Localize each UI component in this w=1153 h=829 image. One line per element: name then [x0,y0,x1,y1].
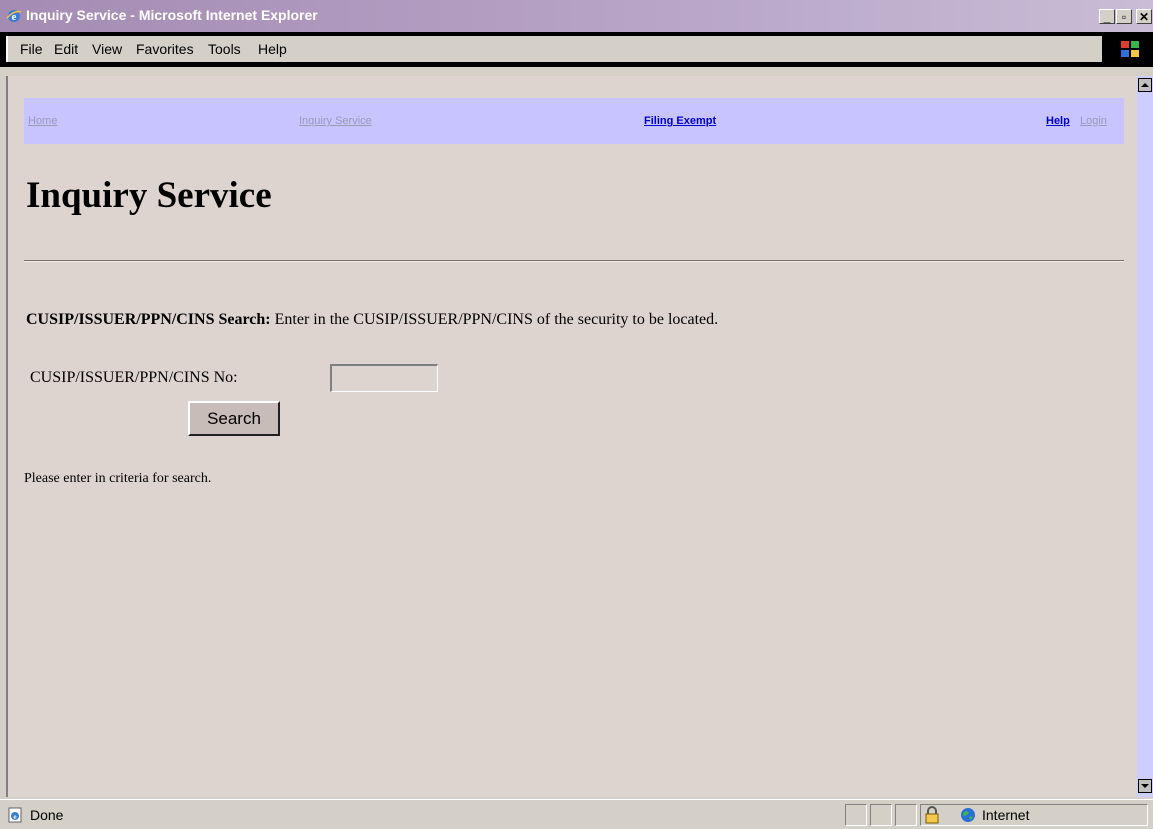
divider [24,260,1124,262]
security-zone-label: Internet [982,807,1030,823]
status-text: Done [30,807,64,823]
status-pane-3 [895,804,917,826]
zone-pane [920,804,1148,826]
search-button[interactable]: Search [188,401,280,436]
page-title: Inquiry Service [26,175,272,216]
ie-page-icon: e [8,807,22,823]
search-instructions: CUSIP/ISSUER/PPN/CINS Search: Enter in t… [26,311,718,329]
menu-help[interactable]: Help [258,41,287,57]
menu-bar: File Edit View Favorites Tools Help [0,32,1153,67]
menu-strip: File Edit View Favorites Tools Help [6,36,1102,62]
nav-home-link[interactable]: Home [28,115,57,127]
window-title: Inquiry Service - Microsoft Internet Exp… [26,7,318,23]
arrow-down-icon [1141,784,1149,788]
status-pane-2 [870,804,892,826]
status-bar: e Done Internet [0,799,1153,829]
scroll-up-button[interactable] [1138,78,1152,92]
nav-filing-exempt-link[interactable]: Filing Exempt [644,115,716,127]
menu-file[interactable]: File [20,41,43,57]
status-message: Please enter in criteria for search. [24,471,212,486]
site-nav-bar: Home Inquiry Service Filing Exempt Help … [24,98,1124,144]
arrow-up-icon [1141,83,1149,87]
instruction-label: CUSIP/ISSUER/PPN/CINS Search: [26,311,271,328]
close-button[interactable]: ✕ [1136,9,1152,24]
menu-view[interactable]: View [92,41,122,57]
menu-edit[interactable]: Edit [54,41,78,57]
windows-logo-icon [1111,36,1148,62]
browser-viewport: Home Inquiry Service Filing Exempt Help … [6,76,1137,797]
ie-logo-icon: e [6,10,22,23]
cusip-field-label: CUSIP/ISSUER/PPN/CINS No: [30,369,238,386]
nav-inquiry-service-link[interactable]: Inquiry Service [299,115,372,127]
padlock-icon [925,806,939,824]
title-bar: e Inquiry Service - Microsoft Internet E… [0,0,1153,32]
maximize-button[interactable]: ▫ [1116,9,1132,24]
menu-tools[interactable]: Tools [208,41,241,57]
instruction-text: Enter in the CUSIP/ISSUER/PPN/CINS of th… [270,311,719,328]
minimize-button[interactable]: _ [1099,9,1115,24]
svg-text:e: e [13,813,16,821]
status-pane-1 [845,804,867,826]
nav-help-link[interactable]: Help [1046,115,1070,127]
vertical-scrollbar[interactable] [1137,76,1153,797]
globe-icon [961,808,975,822]
scroll-down-button[interactable] [1138,779,1152,793]
cusip-input[interactable] [330,364,438,392]
nav-login-link[interactable]: Login [1080,115,1107,127]
menu-favorites[interactable]: Favorites [136,41,194,57]
